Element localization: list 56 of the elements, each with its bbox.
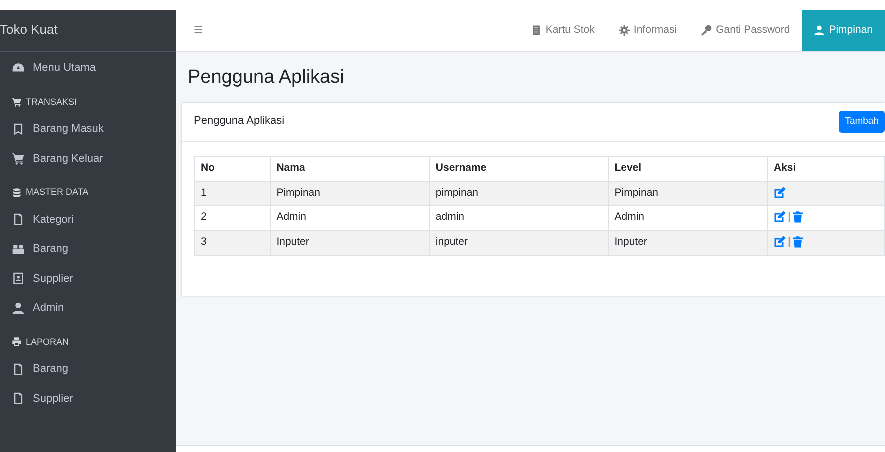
- separator: |: [788, 235, 791, 250]
- sidebar-item[interactable]: Barang: [0, 236, 176, 262]
- nav-link[interactable]: Informasi: [606, 10, 690, 51]
- edit-icon[interactable]: [774, 236, 786, 248]
- bookmark-icon: [12, 122, 25, 136]
- section-header: LAPORAN: [26, 336, 70, 348]
- menu-toggle[interactable]: ≡: [176, 10, 222, 51]
- section-header: MASTER DATA: [26, 186, 89, 199]
- table-cell: Pimpinan: [270, 181, 430, 206]
- sidebar-item[interactable]: Supplier: [0, 266, 176, 292]
- box-icon: [12, 242, 25, 256]
- sidebar-item[interactable]: Barang: [0, 356, 176, 382]
- edit-icon[interactable]: [774, 186, 786, 199]
- section-header: TRANSAKSI: [26, 96, 78, 108]
- trash-icon[interactable]: [792, 211, 803, 224]
- user-icon: [814, 25, 826, 36]
- column-header: No: [194, 156, 270, 181]
- nav-link[interactable]: Ganti Password: [689, 10, 802, 51]
- printer-icon: [12, 337, 22, 348]
- sidebar-item[interactable]: Supplier: [0, 386, 176, 412]
- cart-icon: [12, 97, 22, 108]
- column-header: Aksi: [767, 156, 884, 181]
- contact-card-icon: [12, 272, 25, 286]
- card-title: Pengguna Aplikasi: [194, 114, 285, 130]
- table-cell: 1: [194, 181, 270, 206]
- edit-icon[interactable]: [774, 211, 786, 224]
- sidebar-item[interactable]: Barang Keluar: [0, 146, 176, 172]
- table-cell: inputer: [429, 230, 608, 256]
- column-header: Nama: [270, 156, 430, 181]
- sidebar-item[interactable]: Menu Utama: [0, 55, 176, 82]
- page-title: Pengguna Aplikasi: [188, 66, 346, 90]
- table-cell: Inputer: [608, 230, 768, 256]
- sidebar-item[interactable]: Kategori: [0, 206, 176, 233]
- table-cell: Pimpinan: [608, 181, 768, 206]
- gauge-icon: [12, 62, 25, 75]
- nav-link[interactable]: Kartu Stok: [518, 10, 607, 51]
- file-icon: [12, 213, 25, 226]
- add-button[interactable]: Tambah: [839, 110, 885, 133]
- gear-icon: [618, 25, 630, 36]
- sidebar-item[interactable]: Admin: [0, 295, 176, 322]
- file-icon: [12, 362, 25, 376]
- table-cell: 3: [194, 230, 270, 256]
- separator: |: [788, 210, 791, 226]
- key-icon: [701, 25, 712, 36]
- table-cell: Inputer: [270, 230, 430, 256]
- table-cell: pimpinan: [429, 181, 608, 206]
- user-icon: [12, 302, 25, 315]
- brand-title: Toko Kuat: [0, 22, 58, 37]
- column-header: Username: [429, 156, 608, 181]
- sidebar-item[interactable]: Barang Masuk: [0, 116, 176, 142]
- column-header: Level: [608, 156, 768, 181]
- trash-icon[interactable]: [792, 236, 803, 248]
- file-icon: [12, 392, 25, 406]
- document-icon: [530, 25, 542, 36]
- database-icon: [12, 188, 22, 198]
- cart-icon: [12, 152, 25, 166]
